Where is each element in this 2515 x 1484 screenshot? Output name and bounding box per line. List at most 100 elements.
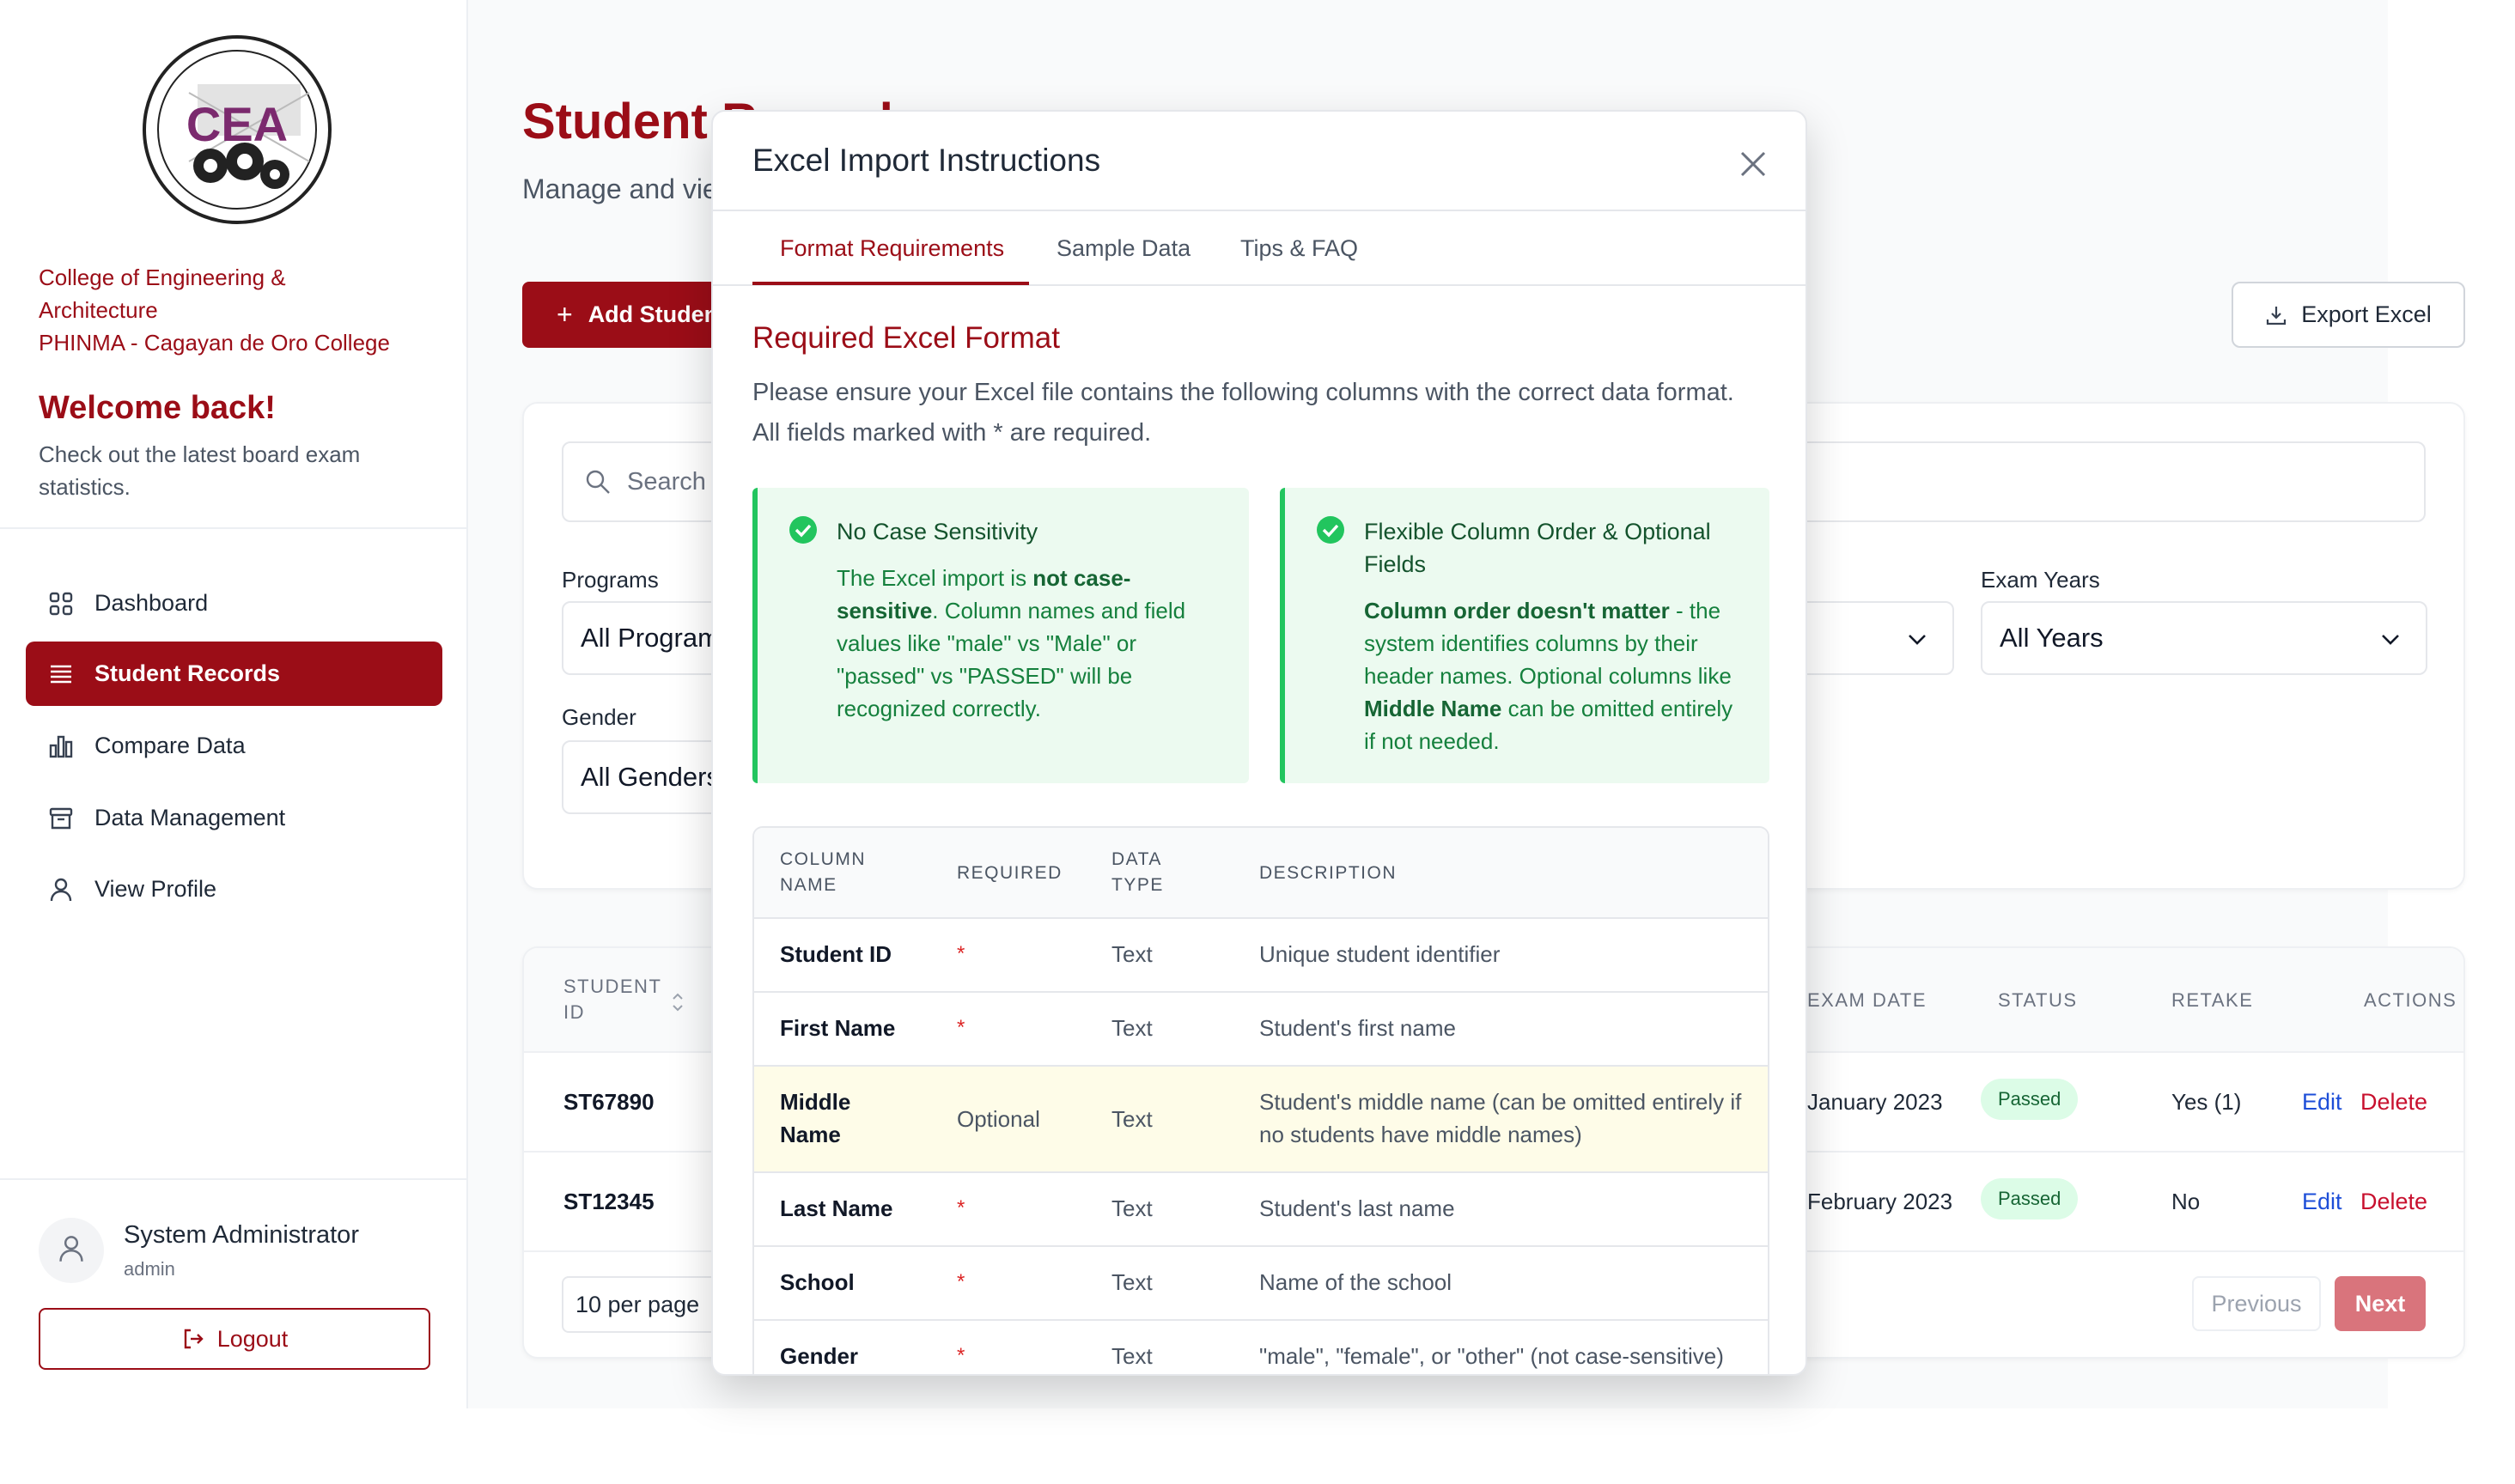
user-icon xyxy=(46,875,76,904)
export-excel-button[interactable]: Export Excel xyxy=(2232,282,2465,348)
user-name: System Administrator xyxy=(124,1221,359,1249)
student-id-cell: ST67890 xyxy=(563,1089,655,1115)
info-box-title: No Case Sensitivity xyxy=(837,519,1038,544)
table-row-optional: Middle Name Optional Text Student's midd… xyxy=(754,1067,1768,1173)
status-badge: Passed xyxy=(1981,1079,2079,1120)
column-header-required: REQUIRED xyxy=(957,863,1063,883)
student-id-cell: ST12345 xyxy=(563,1189,655,1214)
column-name-cell: Student ID xyxy=(780,941,892,967)
tab-tips-faq[interactable]: Tips & FAQ xyxy=(1240,235,1358,262)
required-cell: * xyxy=(957,1196,965,1219)
exam-date-cell: February 2023 xyxy=(1807,1189,1953,1214)
close-icon[interactable] xyxy=(1733,144,1773,184)
table-header: COLUMN NAME REQUIRED DATA TYPE DESCRIPTI… xyxy=(754,828,1768,919)
exam-years-value: All Years xyxy=(2000,623,2104,653)
sidebar-item-view-profile[interactable]: View Profile xyxy=(26,857,442,921)
retake-cell: Yes (1) xyxy=(2171,1089,2242,1115)
retake-cell: No xyxy=(2171,1189,2201,1214)
college-name-line-3: PHINMA - Cagayan de Oro College xyxy=(39,330,390,356)
sidebar-item-compare-data[interactable]: Compare Data xyxy=(26,714,442,778)
check-circle-icon xyxy=(789,515,818,544)
sidebar-divider xyxy=(0,1178,468,1180)
gender-value: All Genders xyxy=(581,762,720,792)
column-header-data-type: DATA TYPE xyxy=(1111,849,1164,895)
section-title: Required Excel Format xyxy=(752,321,1060,355)
column-header-description: DESCRIPTION xyxy=(1259,863,1398,883)
sidebar-item-label: View Profile xyxy=(94,876,217,902)
info-box-case-sensitivity: No Case Sensitivity The Excel import is … xyxy=(752,488,1249,783)
sidebar-item-label: Compare Data xyxy=(94,733,246,758)
gender-label: Gender xyxy=(562,704,636,730)
next-button[interactable]: Next xyxy=(2335,1276,2426,1331)
sort-icon[interactable] xyxy=(670,991,685,1018)
tab-format-requirements[interactable]: Format Requirements xyxy=(780,235,1004,262)
description-cell: Unique student identifier xyxy=(1259,941,1501,967)
modal-divider xyxy=(713,210,1806,211)
required-cell: * xyxy=(957,942,965,965)
delete-link[interactable]: Delete xyxy=(2360,1189,2427,1215)
required-cell: * xyxy=(957,1016,965,1039)
column-header-actions: ACTIONS xyxy=(2364,989,2457,1011)
modal-title: Excel Import Instructions xyxy=(752,143,1101,178)
data-type-cell: Text xyxy=(1111,1343,1153,1369)
user-icon xyxy=(57,1234,86,1268)
required-cell: Optional xyxy=(957,1106,1040,1132)
data-type-cell: Text xyxy=(1111,1195,1153,1221)
info-box-body: Column order doesn't matter - the system… xyxy=(1364,598,1733,754)
column-name-cell: First Name xyxy=(780,1015,896,1041)
sidebar-item-data-management[interactable]: Data Management xyxy=(26,786,442,850)
exam-date-cell: January 2023 xyxy=(1807,1089,1943,1115)
avatar xyxy=(39,1218,104,1283)
download-icon xyxy=(2265,304,2287,326)
search-placeholder: Search xyxy=(627,467,706,496)
archive-icon xyxy=(46,804,76,833)
college-name-line-2: Architecture xyxy=(39,297,158,323)
export-excel-label: Export Excel xyxy=(2301,301,2432,327)
required-cell: * xyxy=(957,1344,965,1367)
chevron-down-icon xyxy=(2378,627,2403,660)
table-row: Student ID * Text Unique student identif… xyxy=(754,919,1768,993)
bar-chart-icon xyxy=(46,732,76,761)
info-box-body: The Excel import is not case-sensitive. … xyxy=(837,565,1186,721)
exam-years-select[interactable]: All Years xyxy=(1981,601,2427,675)
logout-button[interactable]: Logout xyxy=(39,1308,430,1370)
edit-link[interactable]: Edit xyxy=(2302,1189,2342,1215)
per-page-select[interactable]: 10 per page xyxy=(562,1276,734,1333)
programs-value: All Programs xyxy=(581,623,734,653)
previous-button[interactable]: Previous xyxy=(2192,1276,2321,1331)
status-badge: Passed xyxy=(1981,1178,2079,1219)
excel-import-modal: Excel Import Instructions Format Require… xyxy=(711,110,1807,1376)
sidebar: CEA College of Engineering & Architectur… xyxy=(0,0,468,1408)
user-role: admin xyxy=(124,1258,175,1280)
check-circle-icon xyxy=(1316,515,1345,544)
table-row: Last Name * Text Student's last name xyxy=(754,1173,1768,1247)
section-description: Please ensure your Excel file contains t… xyxy=(752,379,1734,447)
column-header-column-name: COLUMN NAME xyxy=(780,849,867,895)
table-row: School * Text Name of the school xyxy=(754,1247,1768,1321)
description-cell: Student's first name xyxy=(1259,1015,1456,1041)
logout-label: Logout xyxy=(216,1325,289,1352)
data-type-cell: Text xyxy=(1111,1269,1153,1295)
column-name-cell: Gender xyxy=(780,1343,859,1369)
sidebar-item-label: Data Management xyxy=(94,805,286,830)
college-logo: CEA xyxy=(137,33,337,227)
column-header-label: STUDENT ID xyxy=(563,976,661,1023)
column-header-student-id[interactable]: STUDENT ID xyxy=(563,974,667,1025)
column-name-cell: Last Name xyxy=(780,1195,893,1221)
required-columns-table: COLUMN NAME REQUIRED DATA TYPE DESCRIPTI… xyxy=(752,826,1769,1374)
data-type-cell: Text xyxy=(1111,941,1153,967)
description-cell: "male", "female", or "other" (not case-s… xyxy=(1259,1343,1724,1369)
column-name-cell: School xyxy=(780,1269,855,1295)
sidebar-item-student-records[interactable]: Student Records xyxy=(26,642,442,706)
programs-label: Programs xyxy=(562,567,659,593)
table-row: First Name * Text Student's first name xyxy=(754,993,1768,1067)
delete-link[interactable]: Delete xyxy=(2360,1089,2427,1116)
tab-sample-data[interactable]: Sample Data xyxy=(1057,235,1191,262)
sidebar-item-label: Dashboard xyxy=(94,590,209,616)
edit-link[interactable]: Edit xyxy=(2302,1089,2342,1116)
sidebar-item-dashboard[interactable]: Dashboard xyxy=(26,571,442,636)
svg-text:CEA: CEA xyxy=(186,97,288,151)
college-name-line-1: College of Engineering & xyxy=(39,265,286,290)
column-header-retake: RETAKE xyxy=(2171,989,2254,1011)
data-type-cell: Text xyxy=(1111,1015,1153,1041)
